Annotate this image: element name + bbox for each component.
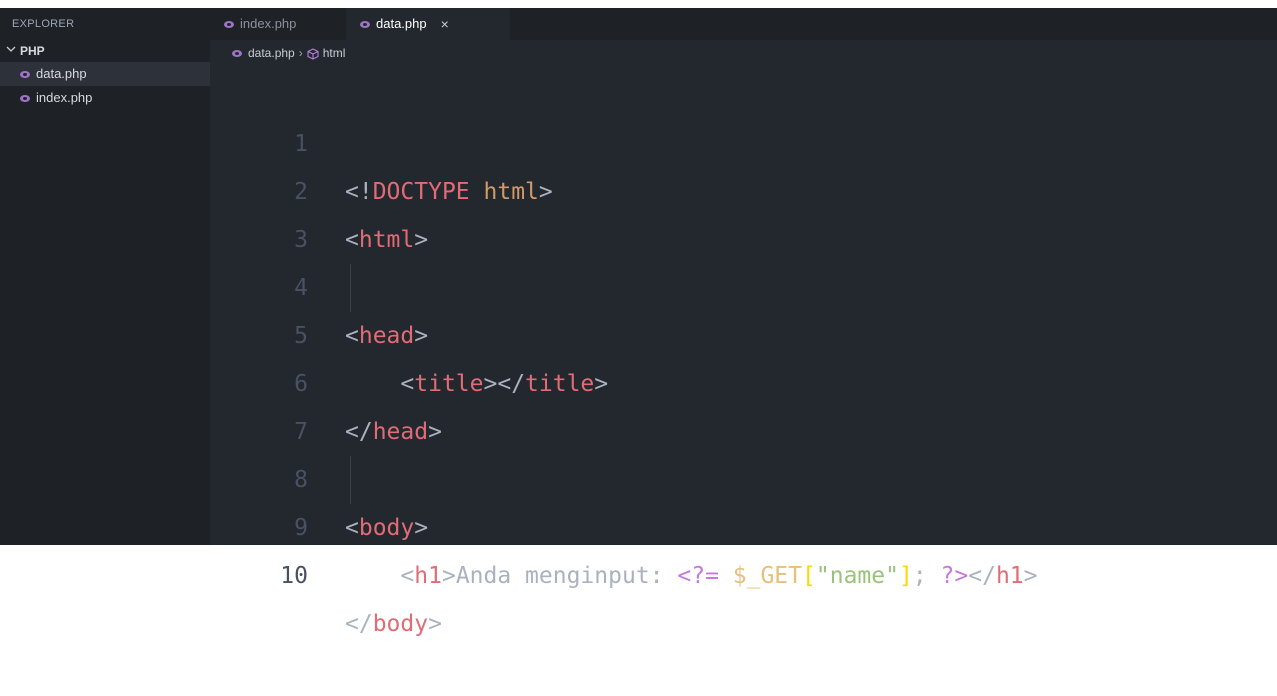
tab-index-php[interactable]: index.php: [210, 8, 360, 40]
code-line: 7: [210, 360, 308, 445]
code-editor[interactable]: 1 <!DOCTYPE html> 2 <html> 3 4 <head> 5 …: [210, 72, 1277, 637]
code-text: </head>: [345, 419, 442, 445]
code-line: 5 <title></title>: [210, 264, 608, 397]
code-text: <h1>Anda menginput: <?= $_GET["name"]; ?…: [400, 563, 1038, 589]
code-line: 8 <body>: [210, 408, 428, 541]
code-text: <!DOCTYPE html>: [345, 179, 553, 205]
php-file-icon: [20, 70, 30, 78]
code-text: <title></title>: [400, 371, 609, 397]
explorer-title: EXPLORER: [12, 18, 75, 30]
file-item-data-php[interactable]: data.php: [0, 62, 210, 86]
breadcrumb-separator: ›: [298, 46, 303, 60]
code-line: 4 <head>: [210, 216, 428, 349]
chevron-down-icon: [6, 40, 20, 62]
explorer-sidebar: EXPLORER PHP data.php index.php: [0, 8, 210, 545]
editor-window: EXPLORER PHP data.php index.php index.ph…: [0, 8, 1277, 637]
breadcrumb: data.php › html: [232, 44, 345, 62]
indent-guide: [350, 456, 351, 504]
code-text: <html>: [345, 227, 429, 253]
indent-guide: [350, 264, 351, 312]
tab-label: index.php: [240, 16, 297, 31]
line-number: 10: [280, 563, 308, 589]
folder-php[interactable]: PHP: [0, 40, 210, 62]
file-item-index-php[interactable]: index.php: [0, 86, 210, 110]
code-text: <head>: [345, 323, 429, 349]
code-line: 1 <!DOCTYPE html>: [210, 72, 553, 205]
code-line: 3: [210, 168, 308, 253]
cube-icon: [307, 47, 319, 60]
php-file-icon: [360, 20, 370, 28]
php-file-icon: [232, 49, 242, 57]
tab-bar: index.php data.php ×: [210, 8, 1277, 40]
php-file-icon: [20, 94, 30, 102]
file-label: index.php: [36, 90, 93, 105]
tab-data-php[interactable]: data.php ×: [346, 8, 510, 40]
breadcrumb-file[interactable]: data.php: [248, 44, 295, 62]
close-icon[interactable]: ×: [441, 8, 449, 40]
code-line: 6 </head>: [210, 312, 442, 445]
file-label: data.php: [36, 66, 87, 81]
code-line: 2 <html>: [210, 120, 428, 253]
tab-label: data.php: [376, 16, 427, 31]
folder-label: PHP: [20, 44, 45, 58]
code-text: </body>: [345, 611, 442, 637]
breadcrumb-symbol[interactable]: html: [323, 44, 346, 62]
code-line: 9 <h1>Anda menginput: <?= $_GET["name"];…: [210, 456, 1037, 589]
php-file-icon: [224, 20, 234, 28]
